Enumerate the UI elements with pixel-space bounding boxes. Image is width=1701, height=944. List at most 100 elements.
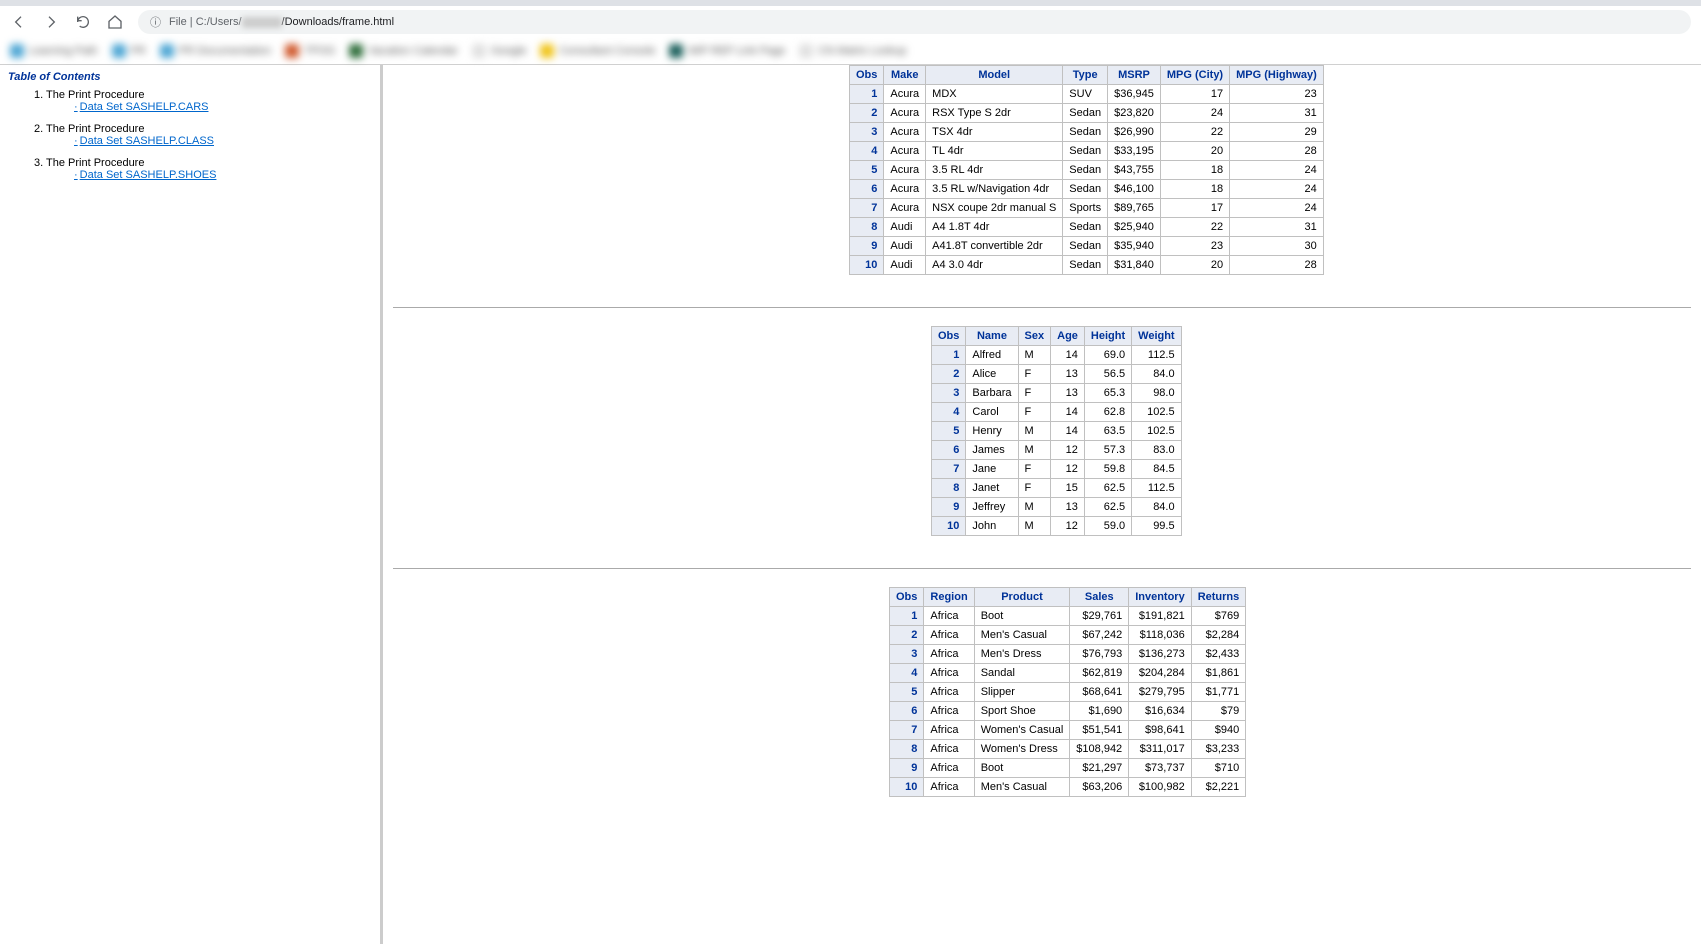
- bookmark-icon: [112, 44, 126, 58]
- table-cell: 1: [890, 607, 924, 626]
- table-cell: Sedan: [1063, 256, 1108, 275]
- table-cell: $16,634: [1129, 702, 1192, 721]
- table-cell: 29: [1230, 123, 1324, 142]
- table-cell: 24: [1230, 180, 1324, 199]
- bookmark-item[interactable]: PR Documentation: [160, 44, 271, 58]
- table-cell: Acura: [884, 199, 926, 218]
- table-cell: 9: [932, 498, 966, 517]
- toc-link[interactable]: Data Set SASHELP.SHOES: [34, 169, 372, 181]
- table-cell: NSX coupe 2dr manual S: [926, 199, 1063, 218]
- table-cell: $2,221: [1191, 778, 1246, 797]
- toc-pane: Table of Contents 1. The Print Procedure…: [0, 65, 383, 944]
- table-cell: $36,945: [1108, 85, 1161, 104]
- toc-link[interactable]: Data Set SASHELP.CARS: [34, 101, 372, 113]
- column-header: MPG (Highway): [1230, 66, 1324, 85]
- table-cell: Acura: [884, 161, 926, 180]
- table-block-class: ObsNameSexAgeHeightWeight1AlfredM1469.01…: [393, 326, 1691, 569]
- table-cars: ObsMakeModelTypeMSRPMPG (City)MPG (Highw…: [849, 65, 1324, 275]
- bookmark-bar: Learning Path PR PR Documentation TPOG Vacat…: [0, 38, 1701, 64]
- bookmark-item[interactable]: TPOG: [285, 44, 335, 58]
- table-cell: 6: [890, 702, 924, 721]
- table-cell: $98,641: [1129, 721, 1192, 740]
- table-cell: 30: [1230, 237, 1324, 256]
- table-cell: 10: [890, 778, 924, 797]
- bookmark-item[interactable]: PR: [112, 44, 146, 58]
- table-cell: $2,284: [1191, 626, 1246, 645]
- table-cell: $33,195: [1108, 142, 1161, 161]
- bookmark-label: Learning Path: [29, 45, 98, 57]
- table-cell: Africa: [924, 626, 974, 645]
- toc-list: 1. The Print ProcedureData Set SASHELP.C…: [8, 89, 372, 181]
- table-cell: 8: [890, 740, 924, 759]
- back-button[interactable]: [10, 13, 28, 31]
- table-cell: 7: [932, 460, 966, 479]
- bookmark-item[interactable]: MIP REP Link Page: [669, 44, 785, 58]
- table-cell: 6: [932, 441, 966, 460]
- table-cell: Jane: [966, 460, 1018, 479]
- table-cell: Africa: [924, 664, 974, 683]
- table-cell: 5: [932, 422, 966, 441]
- content-pane[interactable]: ObsMakeModelTypeMSRPMPG (City)MPG (Highw…: [383, 65, 1701, 944]
- bookmark-item[interactable]: Consultant Console: [540, 44, 655, 58]
- table-cell: 84.0: [1132, 365, 1181, 384]
- bookmark-item[interactable]: CN Matrix Lookup: [799, 44, 906, 58]
- bookmark-icon: [10, 44, 24, 58]
- table-cell: 62.5: [1084, 479, 1131, 498]
- table-cell: M: [1018, 498, 1051, 517]
- table-cell: 65.3: [1084, 384, 1131, 403]
- bookmark-item[interactable]: Vacation Calendar: [349, 44, 458, 58]
- column-header: Inventory: [1129, 588, 1192, 607]
- bookmark-icon: [669, 44, 683, 58]
- table-cell: Boot: [974, 607, 1070, 626]
- table-block-shoes: ObsRegionProductSalesInventoryReturns1Af…: [393, 587, 1691, 829]
- table-row: 5HenryM1463.5102.5: [932, 422, 1182, 441]
- username-redacted: [242, 17, 282, 28]
- table-cell: $769: [1191, 607, 1246, 626]
- table-shoes: ObsRegionProductSalesInventoryReturns1Af…: [889, 587, 1246, 797]
- table-block-cars: ObsMakeModelTypeMSRPMPG (City)MPG (Highw…: [393, 65, 1691, 308]
- table-cell: M: [1018, 517, 1051, 536]
- bookmark-label: Google: [491, 45, 526, 57]
- table-cell: RSX Type S 2dr: [926, 104, 1063, 123]
- table-cell: Sports: [1063, 199, 1108, 218]
- table-cell: Acura: [884, 180, 926, 199]
- table-cell: $51,541: [1070, 721, 1129, 740]
- browser-chrome: ⓘ File | C:/Users//Downloads/frame.html …: [0, 0, 1701, 65]
- table-cell: $940: [1191, 721, 1246, 740]
- table-row: 6JamesM1257.383.0: [932, 441, 1182, 460]
- bookmark-item[interactable]: Google: [472, 44, 526, 58]
- table-row: 5Acura3.5 RL 4drSedan$43,7551824: [850, 161, 1324, 180]
- table-cell: 31: [1230, 218, 1324, 237]
- table-cell: $279,795: [1129, 683, 1192, 702]
- table-cell: Sedan: [1063, 142, 1108, 161]
- bookmark-label: Vacation Calendar: [368, 45, 458, 57]
- column-header: Obs: [890, 588, 924, 607]
- home-button[interactable]: [106, 13, 124, 31]
- table-cell: Acura: [884, 85, 926, 104]
- table-cell: TSX 4dr: [926, 123, 1063, 142]
- table-cell: 3: [890, 645, 924, 664]
- table-cell: 112.5: [1132, 479, 1181, 498]
- table-row: 10AfricaMen's Casual$63,206$100,982$2,22…: [890, 778, 1246, 797]
- table-cell: $1,861: [1191, 664, 1246, 683]
- forward-button[interactable]: [42, 13, 60, 31]
- bookmark-label: Consultant Console: [559, 45, 655, 57]
- address-bar[interactable]: ⓘ File | C:/Users//Downloads/frame.html: [138, 10, 1691, 34]
- table-cell: A41.8T convertible 2dr: [926, 237, 1063, 256]
- table-cell: $191,821: [1129, 607, 1192, 626]
- toc-link[interactable]: Data Set SASHELP.CLASS: [34, 135, 372, 147]
- bookmark-item[interactable]: Learning Path: [10, 44, 98, 58]
- table-cell: 102.5: [1132, 422, 1181, 441]
- reload-button[interactable]: [74, 13, 92, 31]
- table-cell: 24: [1160, 104, 1229, 123]
- column-header: Height: [1084, 327, 1131, 346]
- table-cell: Africa: [924, 740, 974, 759]
- column-header: Model: [926, 66, 1063, 85]
- table-cell: Sedan: [1063, 161, 1108, 180]
- table-cell: $1,690: [1070, 702, 1129, 721]
- table-cell: $29,761: [1070, 607, 1129, 626]
- table-cell: Sedan: [1063, 237, 1108, 256]
- table-cell: TL 4dr: [926, 142, 1063, 161]
- bookmark-icon: [472, 44, 486, 58]
- table-row: 7AfricaWomen's Casual$51,541$98,641$940: [890, 721, 1246, 740]
